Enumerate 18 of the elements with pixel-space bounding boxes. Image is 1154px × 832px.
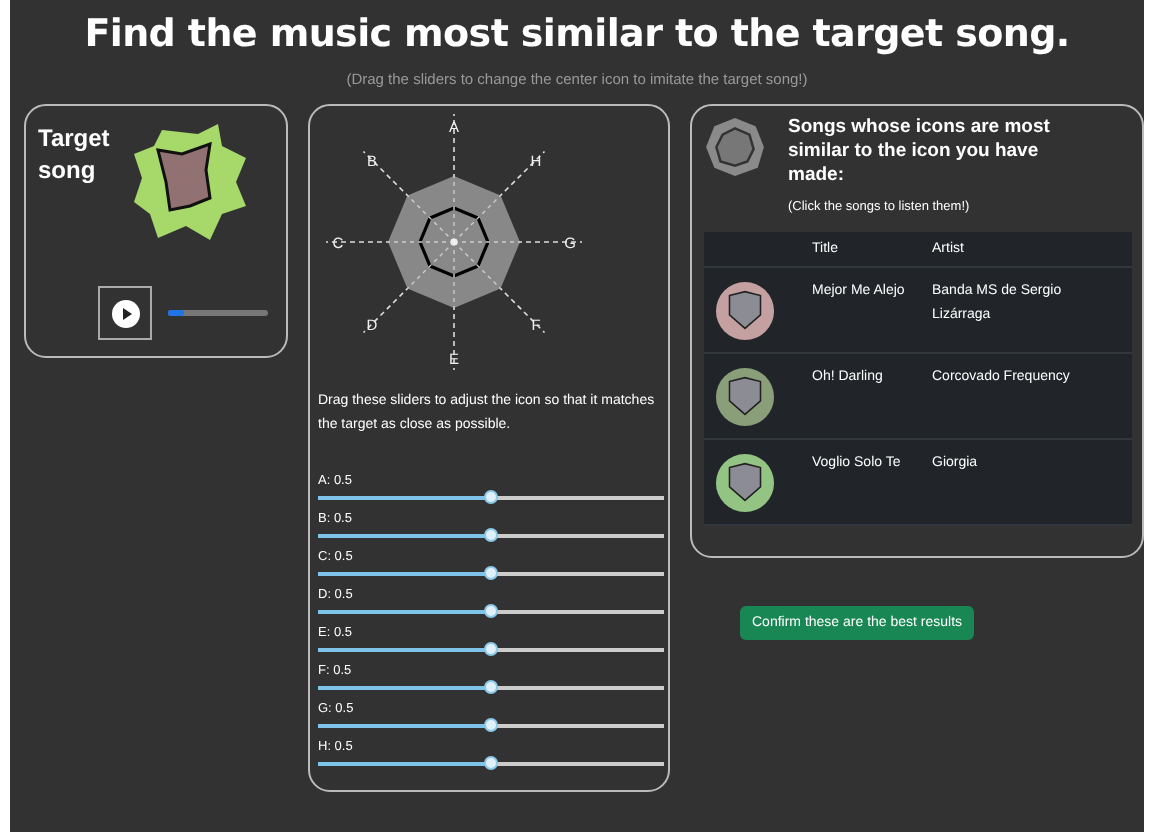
play-icon: [111, 299, 139, 327]
slider-thumb[interactable]: [484, 490, 498, 504]
slider-thumb[interactable]: [484, 528, 498, 542]
song-shape-icon: [704, 116, 766, 178]
song-shape-icon[interactable]: [714, 366, 776, 428]
song-shape-icon[interactable]: [714, 452, 776, 514]
slider-thumb[interactable]: [484, 756, 498, 770]
slider-thumb[interactable]: [484, 718, 498, 732]
song-shape-icon[interactable]: [714, 280, 776, 342]
results-heading: Songs whose icons are most similar to the icon you have made:: [788, 116, 1052, 188]
target-label: Target song: [38, 122, 112, 188]
song-shape-icon: [130, 122, 250, 242]
slider-thumb[interactable]: [484, 604, 498, 618]
slider-thumb[interactable]: [484, 642, 498, 656]
slider-thumb[interactable]: [484, 680, 498, 694]
slider-thumb[interactable]: [484, 566, 498, 580]
page-title: Find the music most similar to the target song.: [82, 12, 1072, 56]
play-button[interactable]: [98, 286, 152, 340]
